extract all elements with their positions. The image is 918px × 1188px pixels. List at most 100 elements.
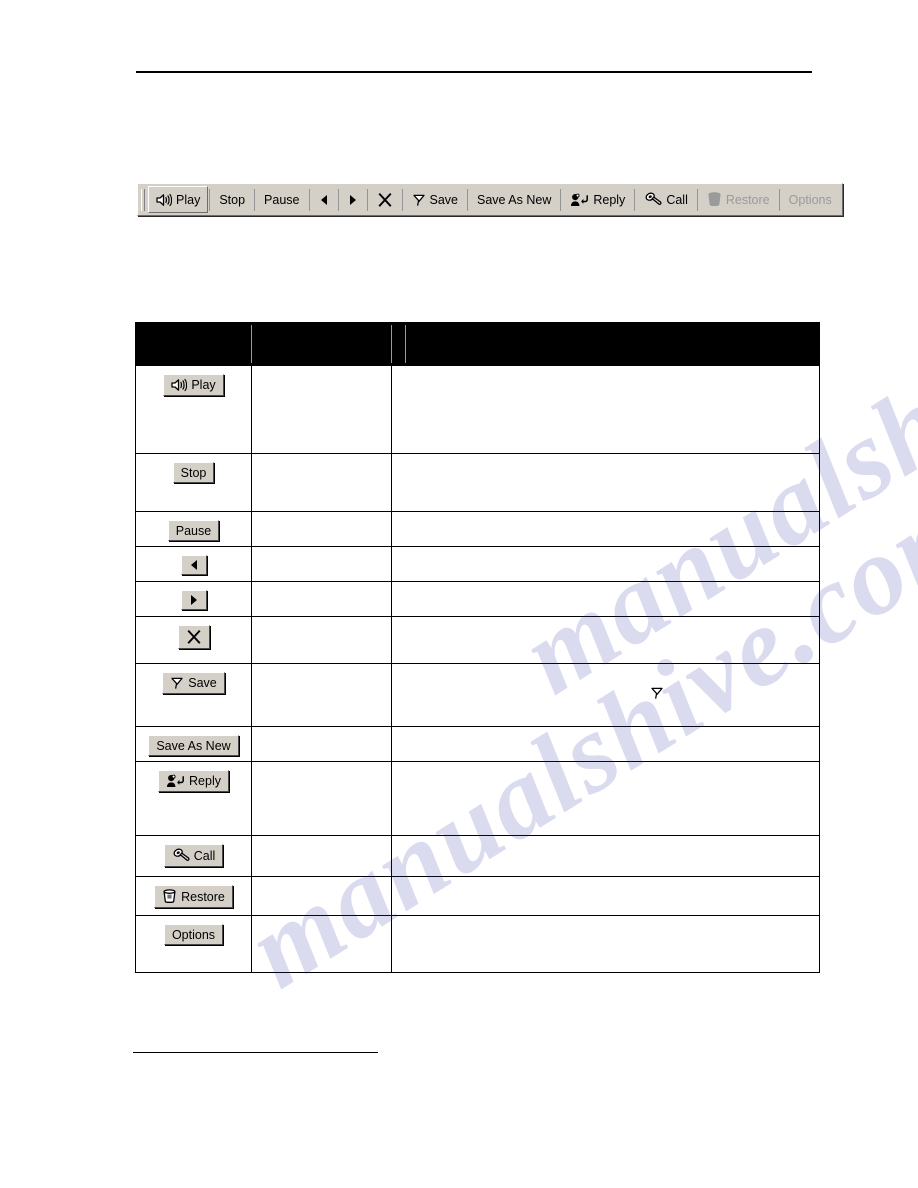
button-options[interactable]: Options [163,924,224,945]
cell-name-previous [251,546,392,582]
button-call-label: Call [193,848,216,863]
table-row: Restore [135,876,820,916]
cell-button-delete [135,616,252,664]
button-pause[interactable]: Pause [167,520,220,541]
toolbar-button-restore-label: Restore [725,192,770,207]
cell-description-delete [391,616,820,664]
toolbar-button-save-as-new[interactable]: Save As New [469,186,559,213]
button-reply-label: Reply [189,774,221,789]
toolbar-separator [337,188,339,211]
table-header-row [135,322,820,366]
cell-name-options [251,915,392,973]
button-save-label: Save [188,676,217,691]
toolbar-button-reply-label: Reply [593,192,626,207]
button-save[interactable]: Save [162,672,225,694]
cell-button-options: Options [135,915,252,973]
toolbar-button-stop[interactable]: Stop [211,186,253,213]
document-page: Play Stop Pause Save Save As New Reply Call Res… [0,0,918,1188]
button-play[interactable]: Play [163,374,224,396]
cell-button-previous [135,546,252,582]
flag-icon [412,193,426,207]
cell-button-save: Save [135,663,252,727]
toolbar-button-previous[interactable] [311,186,337,213]
trash-restore-icon [707,192,722,207]
toolbar-separator [560,188,562,211]
header-cell-description [391,322,820,366]
toolbar-button-next[interactable] [340,186,366,213]
x-cross-icon [377,192,393,208]
table-row [135,581,820,617]
header-cell-button [135,322,252,366]
button-restore-label: Restore [181,889,225,904]
button-call[interactable]: Call [163,844,224,867]
table-row: Call [135,835,820,877]
button-pause-label: Pause [175,523,212,538]
toolbar-button-play-label: Play [176,192,201,207]
cell-button-pause: Pause [135,511,252,547]
toolbar-button-stop-label: Stop [219,192,246,207]
cell-button-call: Call [135,835,252,877]
toolbar-separator [308,188,310,211]
cell-name-pause [251,511,392,547]
toolbar-button-play[interactable]: Play [148,186,209,213]
table-row: Save As New [135,726,820,762]
toolbar-button-options-label: Options [788,192,832,207]
toolbar-separator [401,188,403,211]
header-cell-name [251,322,392,366]
cell-description-reply [391,761,820,836]
reply-person-icon [570,193,589,207]
reply-person-icon [166,774,185,788]
cell-name-play [251,365,392,454]
toolbar-button-delete[interactable] [369,186,401,213]
button-previous[interactable] [180,555,207,575]
button-play-label: Play [191,378,216,393]
toolbar-separator [209,188,211,211]
table-row: Reply [135,761,820,836]
x-cross-icon [186,629,202,645]
telephone-icon [644,192,662,207]
button-stop[interactable]: Stop [172,462,215,483]
triangle-left-icon [189,559,199,571]
toolbar-drag-grip[interactable] [141,188,145,211]
button-options-label: Options [171,927,216,942]
triangle-left-icon [319,194,329,206]
table-row: Play [135,365,820,454]
page-header-rule [136,71,812,73]
button-stop-label: Stop [180,465,207,480]
cell-name-next [251,581,392,617]
cell-button-next [135,581,252,617]
cell-name-restore [251,876,392,916]
toolbar-button-save-as-new-label: Save As New [477,192,552,207]
button-save-as-new-label: Save As New [156,738,231,753]
footnote-separator-rule [133,1052,378,1053]
toolbar-button-call[interactable]: Call [636,186,696,213]
cell-description-play [391,365,820,454]
table-row: Pause [135,511,820,547]
table-row: Options [135,915,820,973]
cell-description-restore [391,876,820,916]
table-row [135,546,820,582]
cell-description-next [391,581,820,617]
button-restore[interactable]: Restore [154,885,233,908]
button-delete[interactable] [177,625,210,649]
button-next[interactable] [180,590,207,610]
cell-name-delete [251,616,392,664]
cell-description-previous [391,546,820,582]
cell-button-reply: Reply [135,761,252,836]
triangle-right-icon [348,194,358,206]
button-reply[interactable]: Reply [158,770,229,792]
toolbar-button-reply[interactable]: Reply [562,186,633,213]
toolbar-button-save[interactable]: Save [404,186,467,213]
button-save-as-new[interactable]: Save As New [148,735,239,756]
cell-name-reply [251,761,392,836]
cell-description-options [391,915,820,973]
voicemail-playback-toolbar[interactable]: Play Stop Pause Save Save As New Reply Call Res… [137,183,843,216]
toolbar-separator [366,188,368,211]
toolbar-button-reference-table: Play Stop Pause Save Save As New Reply Call Res… [135,322,820,973]
toolbar-button-pause[interactable]: Pause [256,186,307,213]
triangle-right-icon [189,594,199,606]
cell-name-save-as-new [251,726,392,762]
cell-description-stop [391,453,820,512]
cell-button-stop: Stop [135,453,252,512]
cell-button-save-as-new: Save As New [135,726,252,762]
